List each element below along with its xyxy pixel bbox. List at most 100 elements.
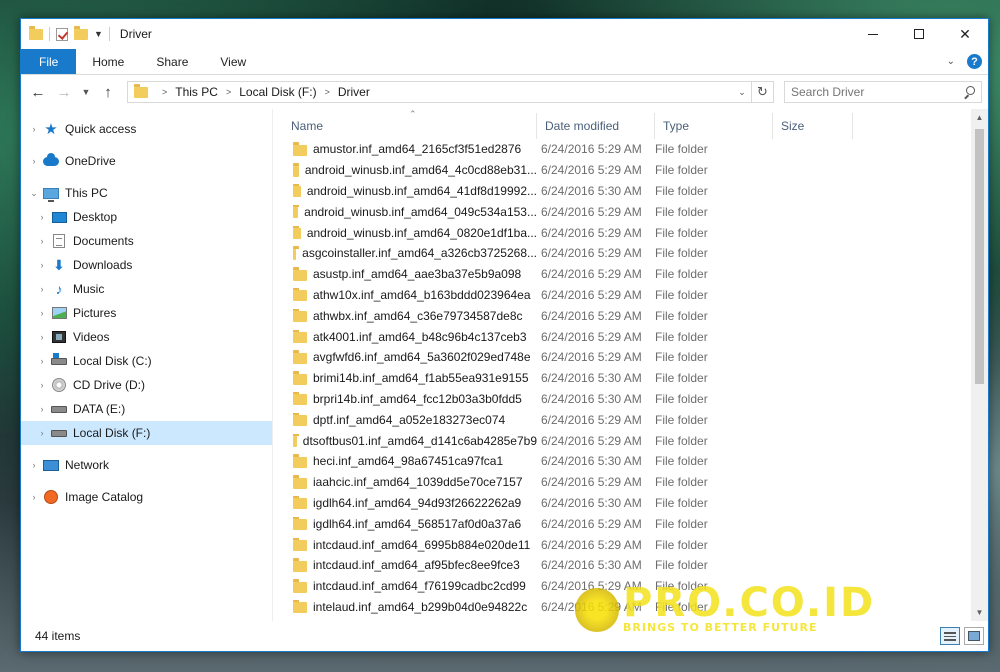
table-row[interactable]: asustp.inf_amd64_aae3ba37e5b9a098 6/24/20… xyxy=(283,264,988,285)
nav-item-desktop[interactable]: › Desktop xyxy=(21,205,272,229)
table-row[interactable]: asgcoinstaller.inf_amd64_a326cb3725268..… xyxy=(283,243,988,264)
chevron-right-icon[interactable]: › xyxy=(35,404,49,414)
help-icon[interactable]: ? xyxy=(967,54,982,69)
folder-icon xyxy=(293,246,300,260)
table-row[interactable]: android_winusb.inf_amd64_41df8d19992... 6… xyxy=(283,181,988,202)
nav-item-videos[interactable]: › Videos xyxy=(21,325,272,349)
chevron-right-icon[interactable]: › xyxy=(35,308,49,318)
chevron-down-icon[interactable]: ⌄ xyxy=(27,188,41,199)
address-dropdown-icon[interactable]: ⌄ xyxy=(733,87,751,98)
chevron-right-icon[interactable]: › xyxy=(35,428,49,438)
folder-icon xyxy=(293,433,299,448)
nav-item-onedrive[interactable]: › OneDrive xyxy=(21,149,272,173)
nav-item-quick-access[interactable]: › ★ Quick access xyxy=(21,117,272,141)
close-button[interactable]: ✕ xyxy=(942,19,988,49)
music-icon: ♪ xyxy=(55,281,63,297)
chevron-right-icon[interactable]: > xyxy=(162,87,167,97)
breadcrumb-this-pc[interactable]: This PC xyxy=(175,85,218,99)
chevron-right-icon[interactable]: › xyxy=(27,156,41,166)
nav-item-documents[interactable]: › Documents xyxy=(21,229,272,253)
chevron-right-icon[interactable]: › xyxy=(35,284,49,294)
table-row[interactable]: atk4001.inf_amd64_b48c96b4c137ceb3 6/24/2… xyxy=(283,326,988,347)
maximize-button[interactable] xyxy=(896,19,942,49)
table-row[interactable]: intelaud.inf_amd64_b299b04d0e94822c 6/24/… xyxy=(283,597,988,618)
search-icon[interactable] xyxy=(963,86,975,98)
chevron-right-icon[interactable]: › xyxy=(35,380,49,390)
chevron-right-icon[interactable]: > xyxy=(226,87,231,97)
scrollbar-thumb[interactable] xyxy=(975,129,984,384)
table-row[interactable]: brpri14b.inf_amd64_fcc12b03a3b0fdd5 6/24/… xyxy=(283,389,988,410)
column-header-size[interactable]: Size xyxy=(773,113,853,139)
refresh-button[interactable]: ↻ xyxy=(751,82,773,102)
chevron-right-icon[interactable]: › xyxy=(27,124,41,134)
file-name-cell: athw10x.inf_amd64_b163bddd023964ea xyxy=(283,287,537,302)
expand-ribbon-icon[interactable]: ⌄ xyxy=(947,56,955,67)
table-row[interactable]: intcdaud.inf_amd64_6995b884e020de11 6/24/… xyxy=(283,534,988,555)
vertical-scrollbar[interactable]: ▲ ▼ xyxy=(971,109,988,621)
large-icons-view-button[interactable] xyxy=(964,627,984,645)
minimize-button[interactable] xyxy=(850,19,896,49)
breadcrumb-local-disk-f[interactable]: Local Disk (F:) xyxy=(239,85,316,99)
new-folder-icon[interactable] xyxy=(74,25,88,40)
table-row[interactable]: android_winusb.inf_amd64_4c0cd88eb31... 6… xyxy=(283,160,988,181)
nav-item-network[interactable]: › Network xyxy=(21,453,272,477)
nav-item-downloads[interactable]: › ⬇ Downloads xyxy=(21,253,272,277)
file-name: intelaud.inf_amd64_b299b04d0e94822c xyxy=(313,599,528,614)
nav-item-music[interactable]: › ♪ Music xyxy=(21,277,272,301)
table-row[interactable]: dtsoftbus01.inf_amd64_d141c6ab4285e7b9 6/… xyxy=(283,430,988,451)
chevron-right-icon[interactable]: › xyxy=(35,212,49,222)
table-row[interactable]: igdlh64.inf_amd64_568517af0d0a37a6 6/24/2… xyxy=(283,513,988,534)
column-header-date-modified[interactable]: Date modified xyxy=(537,113,655,139)
table-row[interactable]: intcdaud.inf_amd64_af95bfec8ee9fce3 6/24/… xyxy=(283,555,988,576)
table-row[interactable]: heci.inf_amd64_98a67451ca97fca1 6/24/2016… xyxy=(283,451,988,472)
nav-item-local-disk-f[interactable]: › Local Disk (F:) xyxy=(21,421,272,445)
main-area: › ★ Quick access › OneDrive ⌄ This PC › … xyxy=(21,109,988,621)
recent-locations-button[interactable]: ▼ xyxy=(79,81,93,103)
address-toolbar: ← → ▼ ↑ > This PC > Local Disk (F:) > Dr… xyxy=(21,75,988,109)
properties-icon[interactable] xyxy=(56,27,68,41)
tab-view[interactable]: View xyxy=(204,49,262,74)
table-row[interactable]: brimi14b.inf_amd64_f1ab55ea931e9155 6/24/… xyxy=(283,368,988,389)
chevron-right-icon[interactable]: › xyxy=(35,356,49,366)
scroll-down-icon[interactable]: ▼ xyxy=(971,604,988,621)
column-header-type[interactable]: Type xyxy=(655,113,773,139)
tab-file[interactable]: File xyxy=(21,49,77,74)
scroll-up-icon[interactable]: ▲ xyxy=(971,109,988,126)
nav-item-pictures[interactable]: › Pictures xyxy=(21,301,272,325)
nav-item-data-e[interactable]: › DATA (E:) xyxy=(21,397,272,421)
table-row[interactable]: avgfwfd6.inf_amd64_5a3602f029ed748e 6/24/… xyxy=(283,347,988,368)
chevron-right-icon[interactable]: › xyxy=(35,236,49,246)
table-row[interactable]: igdlh64.inf_amd64_94d93f26622262a9 6/24/2… xyxy=(283,493,988,514)
breadcrumb-driver[interactable]: Driver xyxy=(338,85,370,99)
details-view-button[interactable] xyxy=(940,627,960,645)
date-modified-cell: 6/24/2016 5:29 AM xyxy=(541,142,642,157)
nav-item-local-disk-c[interactable]: › Local Disk (C:) xyxy=(21,349,272,373)
up-button[interactable]: ↑ xyxy=(97,81,119,103)
table-row[interactable]: amustor.inf_amd64_2165cf3f51ed2876 6/24/2… xyxy=(283,139,988,160)
chevron-right-icon[interactable]: › xyxy=(35,260,49,270)
table-row[interactable]: android_winusb.inf_amd64_0820e1df1ba... 6… xyxy=(283,222,988,243)
chevron-right-icon[interactable]: › xyxy=(27,492,41,502)
file-name: dtsoftbus01.inf_amd64_d141c6ab4285e7b9 xyxy=(302,433,537,448)
forward-button[interactable]: → xyxy=(53,81,75,103)
search-input[interactable] xyxy=(791,85,963,99)
back-button[interactable]: ← xyxy=(27,81,49,103)
table-row[interactable]: athwbx.inf_amd64_c36e79734587de8c 6/24/20… xyxy=(283,305,988,326)
chevron-right-icon[interactable]: › xyxy=(35,332,49,342)
nav-item-cd-drive-d[interactable]: › CD Drive (D:) xyxy=(21,373,272,397)
table-row[interactable]: dptf.inf_amd64_a052e183273ec074 6/24/2016… xyxy=(283,409,988,430)
table-row[interactable]: android_winusb.inf_amd64_049c534a153... 6… xyxy=(283,201,988,222)
table-row[interactable]: iaahcic.inf_amd64_1039dd5e70ce7157 6/24/2… xyxy=(283,472,988,493)
nav-item-image-catalog[interactable]: › Image Catalog xyxy=(21,485,272,509)
type-cell: File folder xyxy=(655,287,708,302)
ribbon-right: ⌄ ? xyxy=(947,49,988,74)
table-row[interactable]: athw10x.inf_amd64_b163bddd023964ea 6/24/2… xyxy=(283,285,988,306)
tab-home[interactable]: Home xyxy=(76,49,140,74)
table-row[interactable]: intcdaud.inf_amd64_f76199cadbc2cd99 6/24/… xyxy=(283,576,988,597)
address-bar[interactable]: > This PC > Local Disk (F:) > Driver ⌄ ↻ xyxy=(127,81,774,103)
chevron-right-icon[interactable]: › xyxy=(27,460,41,470)
customize-toolbar-icon[interactable]: ▼ xyxy=(94,29,103,39)
nav-item-this-pc[interactable]: ⌄ This PC xyxy=(21,181,272,205)
chevron-right-icon[interactable]: > xyxy=(325,87,330,97)
tab-share[interactable]: Share xyxy=(140,49,204,74)
